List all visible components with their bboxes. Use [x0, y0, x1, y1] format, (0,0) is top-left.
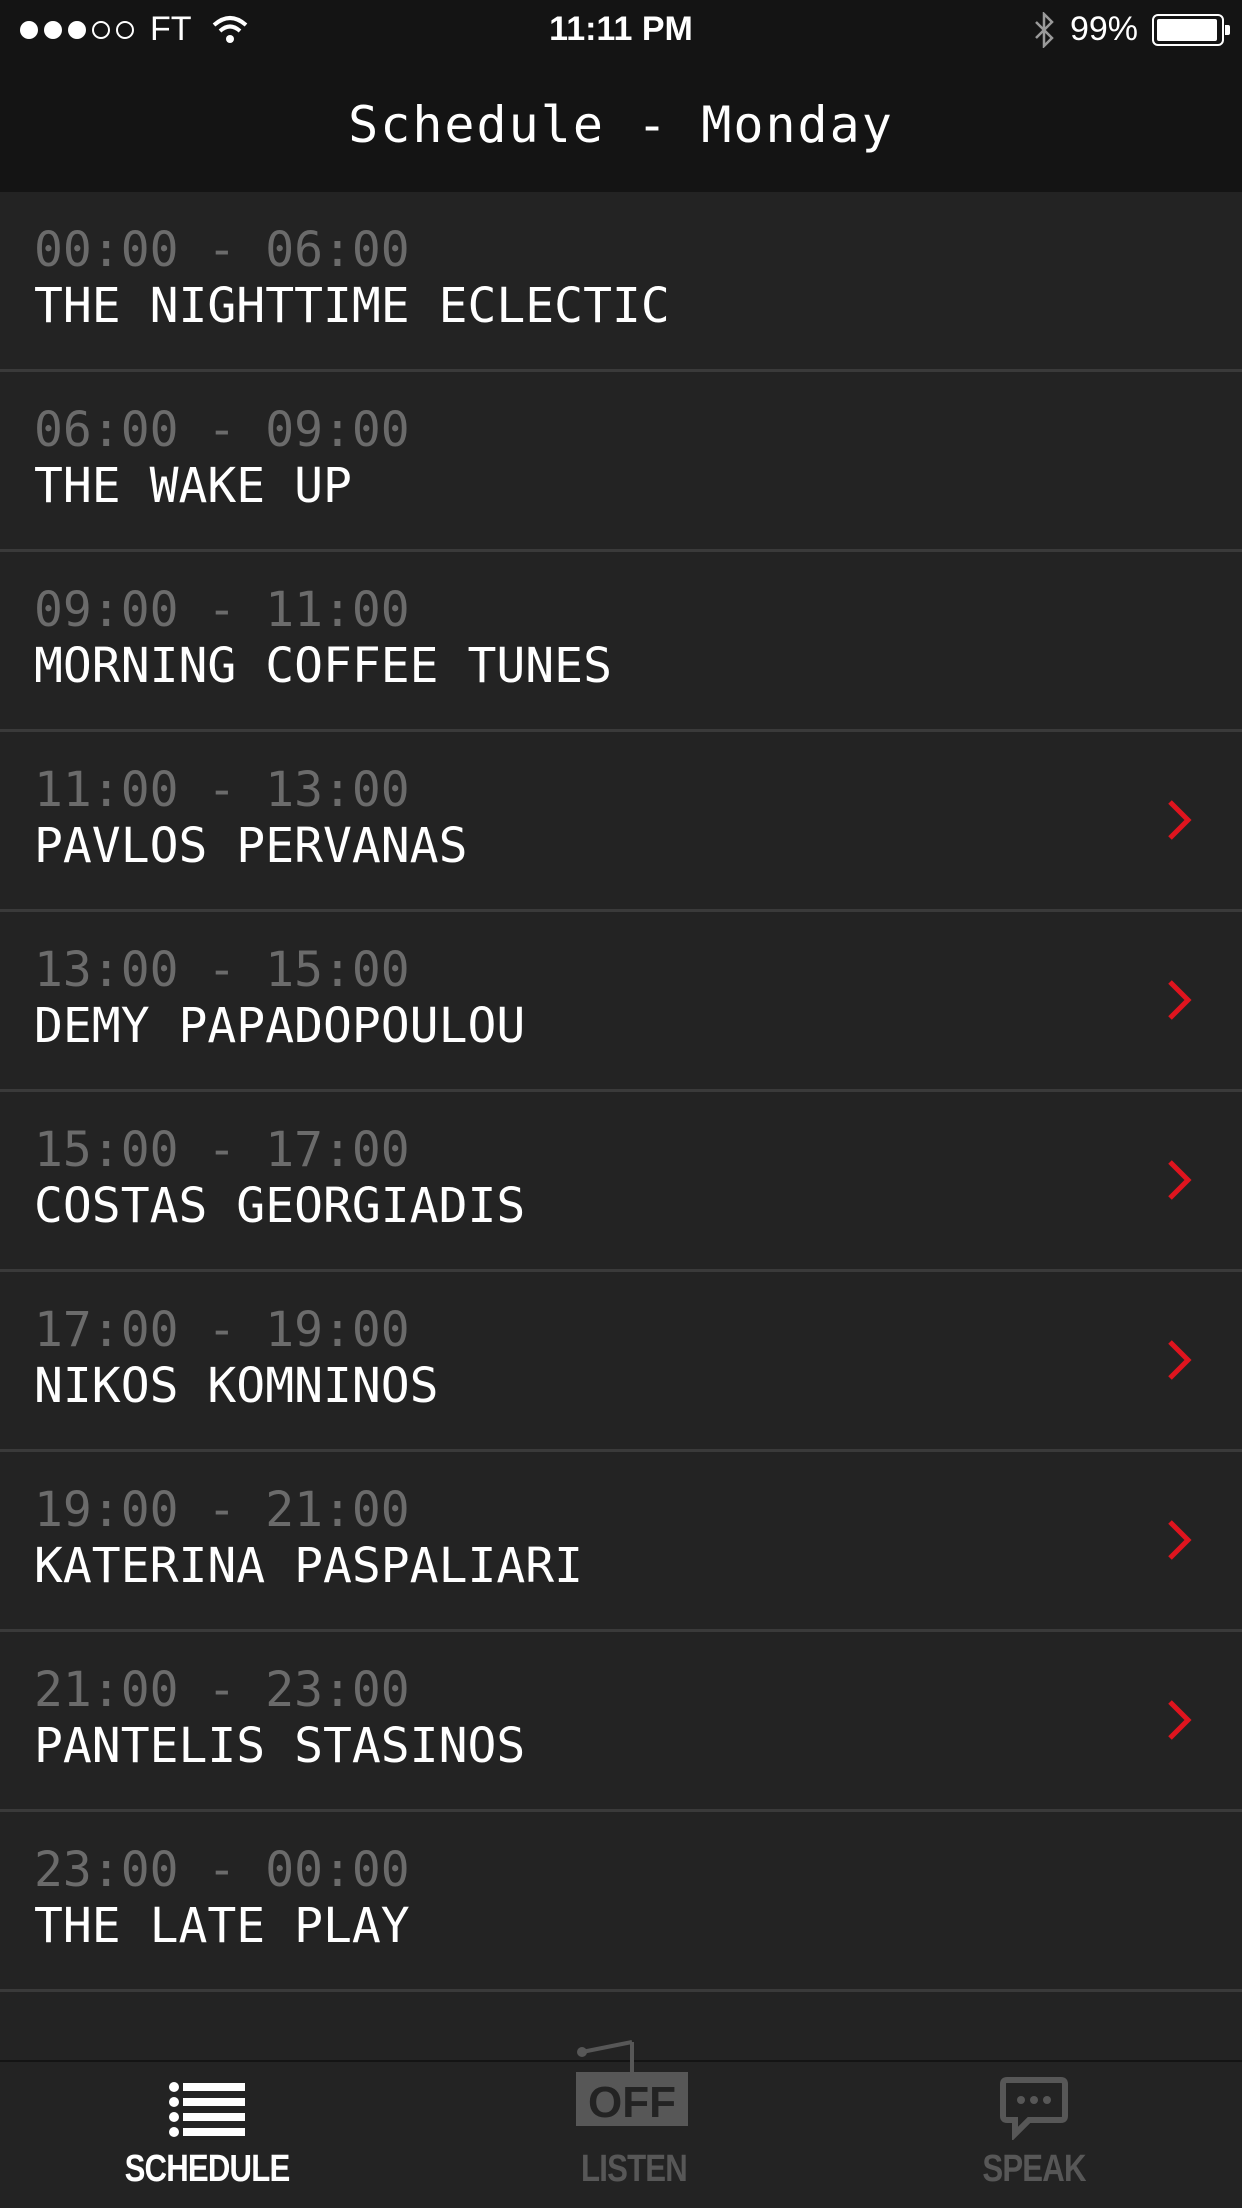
navigation-bar: Schedule - Monday [0, 62, 1242, 192]
chevron-right-icon [1168, 980, 1192, 1020]
chevron-right-icon [1168, 1520, 1192, 1560]
show-title: DEMY PAPADOPOULOU [34, 998, 526, 1054]
show-title: THE LATE PLAY [34, 1898, 410, 1954]
chat-bubble-icon [1000, 2077, 1068, 2140]
tab-label: LISTEN [581, 2148, 688, 2190]
show-title: NIKOS KOMNINOS [34, 1358, 439, 1414]
schedule-row[interactable]: 17:00 - 19:00 NIKOS KOMNINOS [0, 1272, 1242, 1452]
schedule-row[interactable]: 13:00 - 15:00 DEMY PAPADOPOULOU [0, 912, 1242, 1092]
tab-bar: SCHEDULE OFF LISTEN SPEAK [0, 2040, 1242, 2208]
schedule-row[interactable]: 19:00 - 21:00 KATERINA PASPALIARI [0, 1452, 1242, 1632]
show-title: COSTAS GEORGIADIS [34, 1178, 526, 1234]
show-time: 13:00 - 15:00 [34, 942, 410, 998]
bluetooth-icon [1035, 11, 1054, 48]
show-title: PAVLOS PERVANAS [34, 818, 468, 874]
schedule-row[interactable]: 15:00 - 17:00 COSTAS GEORGIADIS [0, 1092, 1242, 1272]
show-time: 09:00 - 11:00 [34, 582, 410, 638]
show-title: THE WAKE UP [34, 458, 352, 514]
tab-speak[interactable]: SPEAK [884, 2062, 1184, 2208]
schedule-row: 09:00 - 11:00 MORNING COFFEE TUNES [0, 552, 1242, 732]
show-time: 17:00 - 19:00 [34, 1302, 410, 1358]
schedule-list: 00:00 - 06:00 THE NIGHTTIME ECLECTIC 06:… [0, 192, 1242, 1992]
show-time: 06:00 - 09:00 [34, 402, 410, 458]
schedule-row: 23:00 - 00:00 THE LATE PLAY [0, 1812, 1242, 1992]
show-time: 23:00 - 00:00 [34, 1842, 410, 1898]
schedule-row: 06:00 - 09:00 THE WAKE UP [0, 372, 1242, 552]
status-bar: FT 11:11 PM 99% [0, 0, 1242, 62]
chevron-right-icon [1168, 800, 1192, 840]
show-time: 19:00 - 21:00 [34, 1482, 410, 1538]
show-title: PANTELIS STASINOS [34, 1718, 526, 1774]
radio-off-badge: OFF [588, 2078, 676, 2127]
show-title: THE NIGHTTIME ECLECTIC [34, 278, 670, 334]
battery-icon [1152, 13, 1230, 46]
tab-schedule[interactable]: SCHEDULE [57, 2062, 357, 2208]
show-title: MORNING COFFEE TUNES [34, 638, 612, 694]
show-time: 15:00 - 17:00 [34, 1122, 410, 1178]
list-icon [169, 2082, 245, 2137]
schedule-row[interactable]: 21:00 - 23:00 PANTELIS STASINOS [0, 1632, 1242, 1812]
tab-label: SPEAK [982, 2148, 1086, 2190]
page-title: Schedule - Monday [348, 96, 894, 154]
show-time: 00:00 - 06:00 [34, 222, 410, 278]
tab-listen[interactable]: OFF LISTEN [484, 2040, 784, 2208]
schedule-row: 00:00 - 06:00 THE NIGHTTIME ECLECTIC [0, 192, 1242, 372]
chevron-right-icon [1168, 1160, 1192, 1200]
radio-off-icon: OFF [576, 2040, 688, 2127]
chevron-right-icon [1168, 1700, 1192, 1740]
show-time: 11:00 - 13:00 [34, 762, 410, 818]
tab-label: SCHEDULE [124, 2148, 291, 2190]
battery-percentage: 99% [1069, 10, 1138, 48]
schedule-row[interactable]: 11:00 - 13:00 PAVLOS PERVANAS [0, 732, 1242, 912]
chevron-right-icon [1168, 1340, 1192, 1380]
show-title: KATERINA PASPALIARI [34, 1538, 584, 1594]
show-time: 21:00 - 23:00 [34, 1662, 410, 1718]
